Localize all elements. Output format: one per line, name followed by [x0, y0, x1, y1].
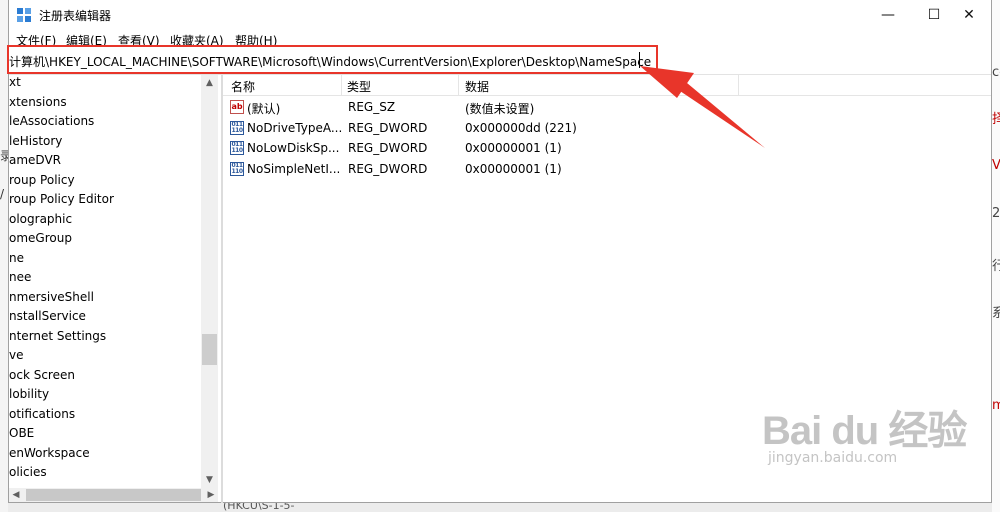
scroll-down-icon[interactable]: ▼	[201, 472, 218, 488]
column-data-header[interactable]: 数据	[465, 78, 489, 95]
background-text: ce	[992, 65, 1000, 80]
tree-item[interactable]: ne	[9, 251, 24, 269]
menu-favorites[interactable]: 收藏夹(A)	[170, 32, 224, 49]
tree-item[interactable]: ock Screen	[9, 368, 75, 386]
column-name-header[interactable]: 名称	[231, 78, 255, 95]
tree-item[interactable]: ve	[9, 348, 23, 366]
list-row[interactable]: 011 110 NoLowDiskSp... REG_DWORD 0x000000…	[223, 138, 991, 158]
column-type-header[interactable]: 类型	[347, 78, 371, 95]
value-data: 0x000000dd (221)	[465, 121, 577, 135]
tree-item[interactable]: olographic	[9, 212, 72, 230]
tree-vertical-scrollbar[interactable]: ▲ ▼	[201, 75, 218, 488]
background-text: m	[992, 398, 1000, 413]
background-text: /	[0, 187, 5, 201]
key-tree: xt xtensions leAssociations leHistory am…	[9, 75, 223, 488]
close-icon: ✕	[963, 7, 975, 23]
value-data: 0x00000001 (1)	[465, 162, 562, 176]
menu-bar: 文件(F) 编辑(E) 查看(V) 收藏夹(A) 帮助(H)	[9, 30, 991, 48]
tree-item[interactable]: OBE	[9, 426, 34, 444]
value-name: (默认)	[247, 102, 281, 116]
title-bar[interactable]: 注册表编辑器 — ☐ ✕	[9, 0, 991, 30]
menu-file[interactable]: 文件(F)	[16, 32, 56, 49]
background-text: Vi	[992, 158, 1000, 173]
minimize-icon: —	[881, 7, 895, 23]
scroll-up-icon[interactable]: ▲	[201, 75, 218, 91]
background-text: 20	[992, 206, 1000, 221]
tree-item[interactable]: roup Policy	[9, 173, 75, 191]
tree-item[interactable]: lobility	[9, 387, 49, 405]
menu-edit[interactable]: 编辑(E)	[66, 32, 107, 49]
tree-item[interactable]: nmersiveShell	[9, 290, 94, 308]
address-bar[interactable]: 计算机\HKEY_LOCAL_MACHINE\SOFTWARE\Microsof…	[7, 45, 991, 75]
dword-value-icon: 011 110	[230, 141, 244, 155]
list-row[interactable]: 011 110 NoSimpleNetI... REG_DWORD 0x00000…	[223, 159, 991, 179]
close-button[interactable]: ✕	[946, 0, 992, 30]
value-type: REG_SZ	[348, 100, 396, 114]
scroll-thumb[interactable]	[202, 334, 217, 365]
tree-item[interactable]: roup Policy Editor	[9, 192, 114, 210]
background-text: (HKCU\S-1-5-	[223, 503, 295, 512]
watermark-url: jingyan.baidu.com	[768, 450, 898, 466]
value-type: REG_DWORD	[348, 162, 428, 176]
tree-item[interactable]: otifications	[9, 407, 75, 425]
tree-item[interactable]: omeGroup	[9, 231, 72, 249]
tree-item[interactable]: nstallService	[9, 309, 86, 327]
background-window-bottom: (HKCU\S-1-5-	[8, 503, 992, 512]
scroll-thumb[interactable]	[26, 489, 201, 501]
address-path[interactable]: 计算机\HKEY_LOCAL_MACHINE\SOFTWARE\Microsof…	[9, 53, 651, 70]
tree-item[interactable]: leAssociations	[9, 114, 94, 132]
watermark-logo: Bai du 经验	[762, 409, 967, 453]
tree-item[interactable]: enWorkspace	[9, 446, 90, 464]
window-title: 注册表编辑器	[39, 9, 112, 23]
column-divider[interactable]	[341, 75, 342, 95]
text-caret	[639, 52, 640, 68]
tree-item[interactable]: xt	[9, 75, 21, 93]
tree-item[interactable]: olicies	[9, 465, 47, 483]
menu-help[interactable]: 帮助(H)	[235, 32, 277, 49]
list-row[interactable]: ab (默认) REG_SZ (数值未设置)	[223, 97, 991, 117]
baidu-watermark: Bai du 经验 jingyan.baidu.com	[762, 398, 967, 478]
string-value-icon: ab	[230, 100, 244, 114]
value-type: REG_DWORD	[348, 121, 428, 135]
dword-value-icon: 011 110	[230, 162, 244, 176]
menu-view[interactable]: 查看(V)	[118, 32, 160, 49]
tree-item[interactable]: nee	[9, 270, 31, 288]
value-data: 0x00000001 (1)	[465, 141, 562, 155]
minimize-button[interactable]: —	[865, 0, 911, 30]
background-text: 择	[992, 112, 1000, 127]
registry-editor-icon	[17, 8, 31, 22]
value-name: NoDriveTypeA...	[247, 121, 343, 135]
value-name: NoLowDiskSp...	[247, 141, 340, 155]
column-divider[interactable]	[738, 75, 739, 95]
background-text: 系	[992, 306, 1000, 321]
list-header: 名称 类型 数据	[223, 75, 991, 96]
background-window-right: ce 择 Vi 20 行 系 m	[992, 0, 1000, 512]
tree-item[interactable]: ameDVR	[9, 153, 61, 171]
tree-item[interactable]: leHistory	[9, 134, 62, 152]
list-row[interactable]: 011 110 NoDriveTypeA... REG_DWORD 0x00000…	[223, 118, 991, 138]
background-text: 行	[992, 259, 1000, 274]
tree-item[interactable]: xtensions	[9, 95, 67, 113]
tree-item[interactable]: nternet Settings	[9, 329, 106, 347]
tree-horizontal-scrollbar[interactable]: ◀ ▶	[9, 488, 218, 502]
column-divider[interactable]	[458, 75, 459, 95]
scroll-right-icon[interactable]: ▶	[204, 488, 218, 502]
value-name: NoSimpleNetI...	[247, 162, 341, 176]
dword-value-icon: 011 110	[230, 121, 244, 135]
value-type: REG_DWORD	[348, 141, 428, 155]
value-data: (数值未设置)	[465, 102, 535, 116]
maximize-icon: ☐	[927, 7, 941, 23]
scroll-left-icon[interactable]: ◀	[9, 488, 23, 502]
